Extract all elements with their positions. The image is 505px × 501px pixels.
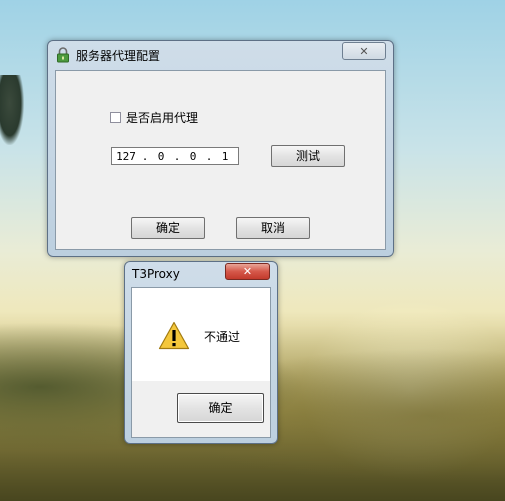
ip-segment-2[interactable]: 0: [150, 150, 172, 163]
lock-icon: [56, 47, 70, 63]
test-button[interactable]: 测试: [271, 145, 345, 167]
cancel-button[interactable]: 取消: [236, 217, 310, 239]
ip-segment-1[interactable]: 127: [112, 150, 140, 163]
tree-silhouette: [0, 75, 24, 145]
close-icon: ✕: [359, 44, 369, 58]
ok-button[interactable]: 确定: [131, 217, 205, 239]
message-box-body: 不通过 确定: [131, 287, 271, 438]
close-button[interactable]: ✕: [342, 42, 386, 60]
ip-separator: .: [141, 149, 149, 163]
ip-segment-3[interactable]: 0: [182, 150, 204, 163]
message-text: 不通过: [204, 330, 241, 344]
proxy-config-dialog: 服务器代理配置 ✕ 是否启用代理 127 . 0 . 0 . 1 测试 确定 取…: [47, 40, 394, 257]
ip-separator: .: [173, 149, 181, 163]
close-icon: ✕: [242, 265, 253, 278]
message-ok-button[interactable]: 确定: [177, 393, 264, 423]
message-box: T3Proxy ✕ 不通过 确定: [124, 261, 278, 444]
dialog-title: 服务器代理配置: [76, 48, 161, 63]
message-box-title: T3Proxy: [132, 267, 180, 281]
ip-separator: .: [205, 149, 213, 163]
ip-segment-4[interactable]: 1: [214, 150, 236, 163]
dialog-body: 是否启用代理 127 . 0 . 0 . 1 测试 确定 取消: [55, 70, 386, 250]
message-box-close-button[interactable]: ✕: [225, 263, 270, 280]
message-area: 不通过: [132, 288, 270, 381]
warning-icon: [158, 321, 190, 353]
enable-proxy-checkbox[interactable]: [110, 112, 121, 123]
enable-proxy-label: 是否启用代理: [126, 111, 199, 125]
ip-address-input[interactable]: 127 . 0 . 0 . 1: [111, 147, 239, 165]
